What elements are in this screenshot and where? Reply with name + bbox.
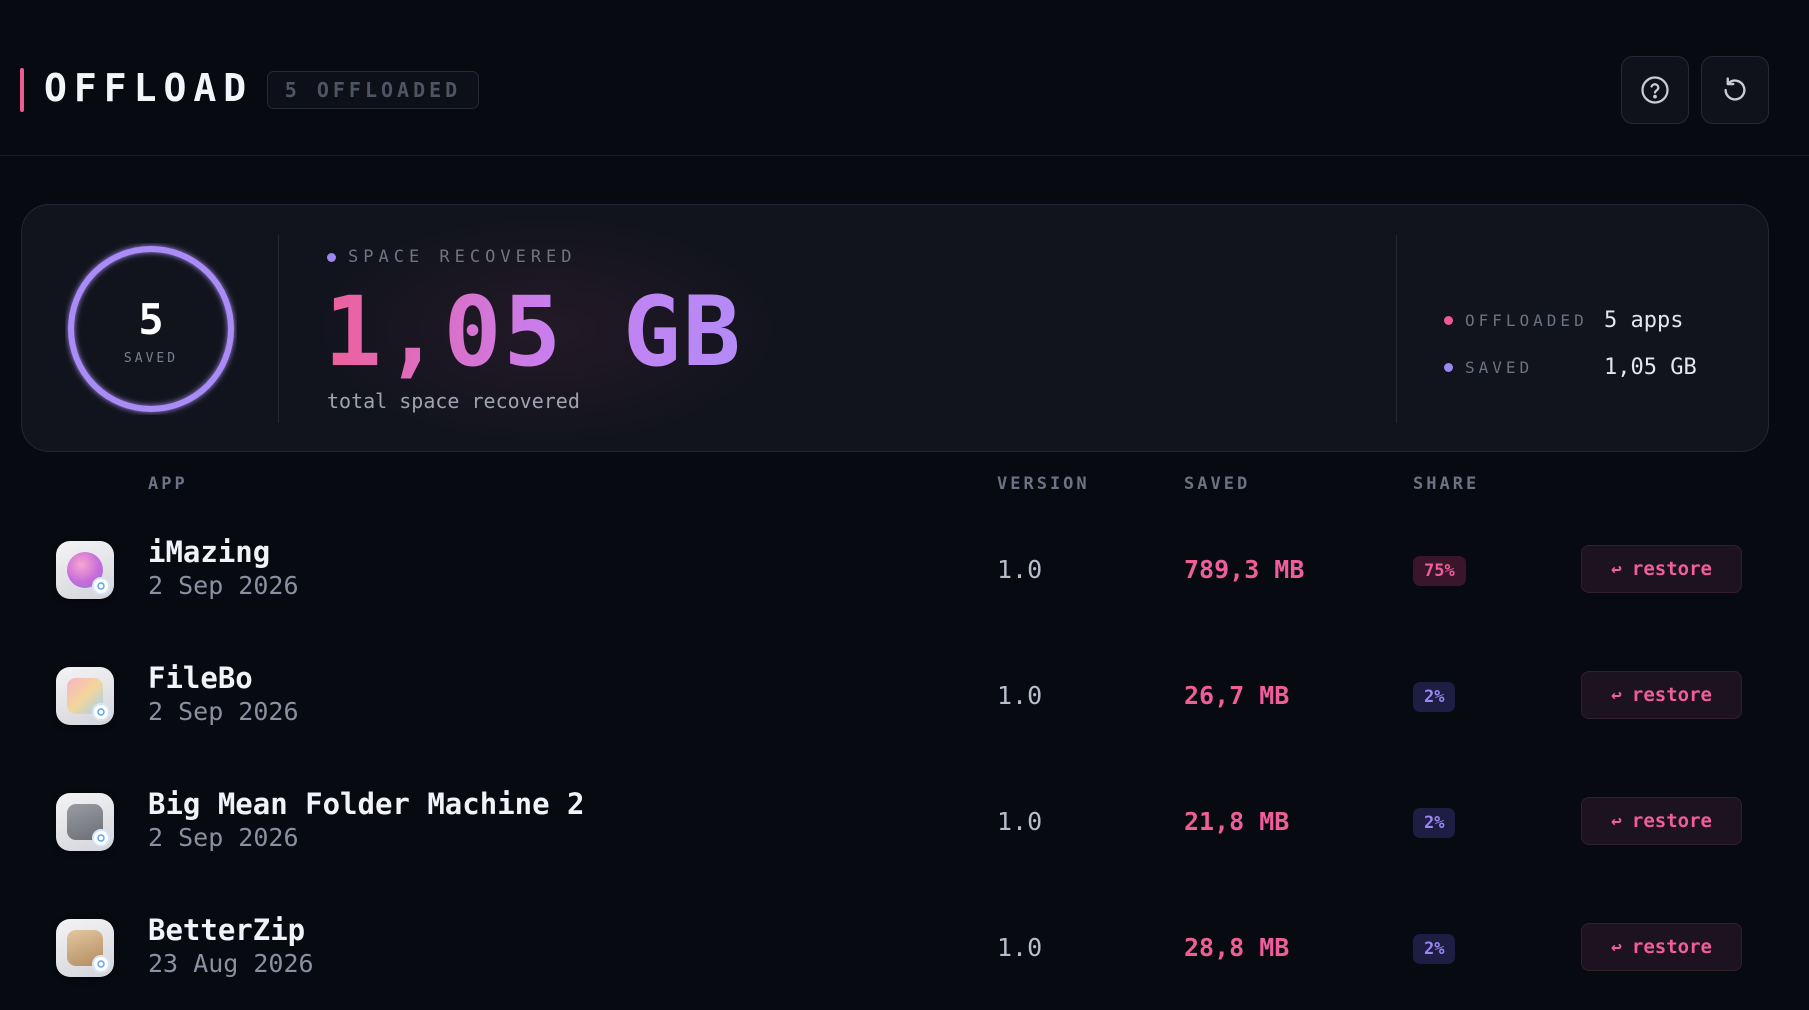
stat-value: 5 apps [1604,307,1684,333]
table-row: BetterZip 23 Aug 2026 1.0 28,8 MB 2% ↩ r… [0,889,1809,1010]
restore-button[interactable]: ↩ restore [1581,797,1742,845]
column-header-share: SHARE [1413,474,1480,494]
app-date: 23 Aug 2026 [148,949,314,978]
cloud-icon [92,577,110,595]
stat-saved: SAVED 1,05 GB [1444,352,1764,382]
total-space-recovered: 1,05 GB [324,275,743,390]
column-header-app: APP [148,474,188,494]
app-saved-size: 28,8 MB [1184,933,1290,962]
share-badge: 75% [1413,556,1466,586]
share-badge: 2% [1413,808,1456,838]
ring-count: 5 [138,295,164,344]
cloud-icon [92,703,110,721]
stat-key: SAVED [1465,357,1534,377]
pink-dot-icon [1444,315,1453,325]
offloaded-count-badge: 5 OFFLOADED [267,71,479,109]
app-name: FileBo [148,661,253,695]
table-row: iMazing 2 Sep 2026 1.0 789,3 MB 75% ↩ re… [0,511,1809,637]
help-circle-icon [1641,76,1669,104]
restore-button[interactable]: ↩ restore [1581,545,1742,593]
restore-label: restore [1631,558,1712,580]
app-title: OFFLOAD [44,66,254,110]
app-date: 2 Sep 2026 [148,823,299,852]
app-version: 1.0 [997,681,1043,710]
filebo-app-icon [56,667,114,725]
table-row: FileBo 2 Sep 2026 1.0 26,7 MB 2% ↩ resto… [0,637,1809,763]
restore-label: restore [1631,810,1712,832]
column-header-version: VERSION [997,474,1090,494]
stat-key: OFFLOADED [1465,310,1588,330]
space-recovered-text: SPACE RECOVERED [348,247,577,267]
app-version: 1.0 [997,933,1043,962]
return-arrow-icon: ↩ [1611,810,1622,832]
imazing-app-icon [56,541,114,599]
app-name: iMazing [148,535,271,569]
stat-value: 1,05 GB [1604,354,1697,380]
share-badge: 2% [1413,934,1456,964]
divider [1396,235,1397,423]
space-recovered-label: SPACE RECOVERED [327,247,577,267]
table-row: Big Mean Folder Machine 2 2 Sep 2026 1.0… [0,763,1809,889]
divider [278,235,279,423]
folder-machine-app-icon [56,793,114,851]
app-saved-size: 26,7 MB [1184,681,1290,710]
column-header-saved: SAVED [1184,474,1251,494]
restore-label: restore [1631,684,1712,706]
violet-dot-icon [327,252,336,262]
help-button[interactable] [1621,56,1689,124]
total-caption: total space recovered [327,389,580,413]
return-arrow-icon: ↩ [1611,684,1622,706]
share-badge: 2% [1413,682,1456,712]
app-name: BetterZip [148,913,306,947]
return-arrow-icon: ↩ [1611,558,1622,580]
cloud-icon [92,829,110,847]
cloud-icon [92,955,110,973]
app-version: 1.0 [997,807,1043,836]
refresh-icon [1724,77,1746,101]
summary-card: 5 SAVED SPACE RECOVERED 1,05 GB total sp… [21,204,1769,452]
app-date: 2 Sep 2026 [148,697,299,726]
refresh-button[interactable] [1701,56,1769,124]
restore-button[interactable]: ↩ restore [1581,923,1742,971]
header: OFFLOAD 5 OFFLOADED [0,0,1809,156]
return-arrow-icon: ↩ [1611,936,1622,958]
app-saved-size: 789,3 MB [1184,555,1305,584]
app-name: Big Mean Folder Machine 2 [148,787,585,821]
app-version: 1.0 [997,555,1043,584]
stat-offloaded: OFFLOADED 5 apps [1444,305,1764,335]
title-accent-bar [20,68,24,112]
app-saved-size: 21,8 MB [1184,807,1290,836]
app-date: 2 Sep 2026 [148,571,299,600]
betterzip-app-icon [56,919,114,977]
restore-label: restore [1631,936,1712,958]
offload-app: OFFLOAD 5 OFFLOADED 5 SAVED SPACE RECOVE… [0,0,1809,1010]
violet-dot-icon [1444,362,1453,372]
ring-label: SAVED [123,351,179,366]
restore-button[interactable]: ↩ restore [1581,671,1742,719]
saved-count-ring: 5 SAVED [65,243,237,415]
